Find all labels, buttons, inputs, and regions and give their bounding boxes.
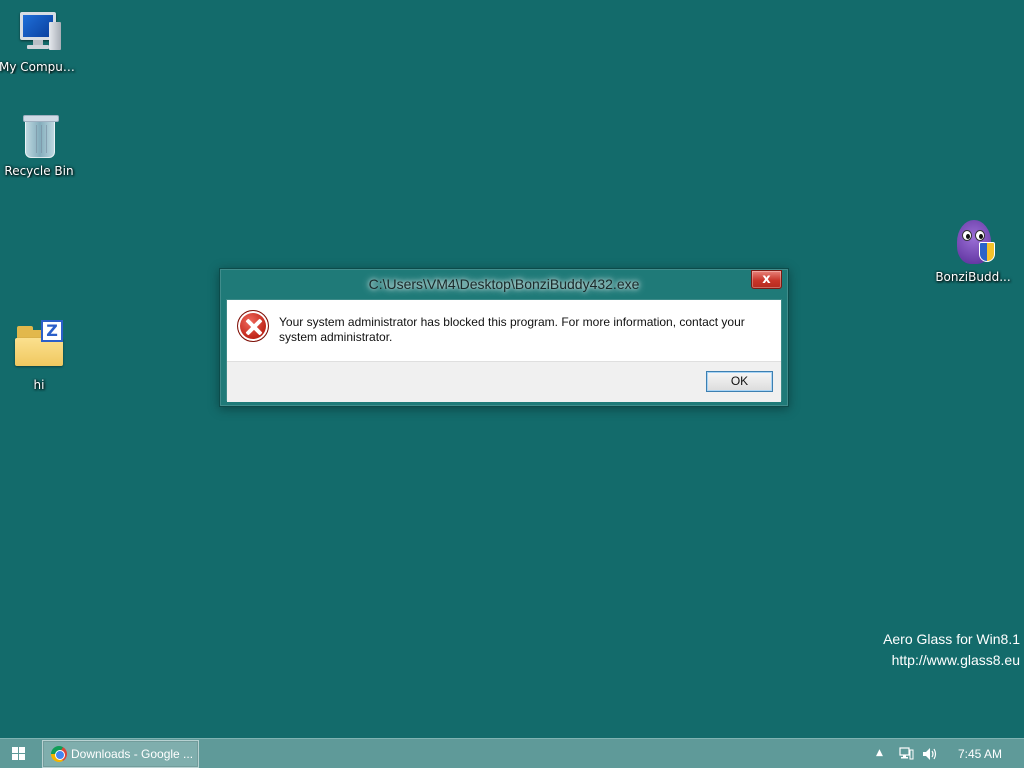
ok-button[interactable]: OK bbox=[706, 371, 773, 392]
desktop-icon-recycle-bin[interactable]: Recycle Bin bbox=[0, 112, 79, 178]
aero-glass-watermark: Aero Glass for Win8.1 http://www.glass8.… bbox=[883, 629, 1020, 671]
error-dialog: C:\Users\VM4\Desktop\BonziBuddy432.exe x… bbox=[219, 268, 789, 407]
zip-badge-icon: Z bbox=[41, 320, 63, 342]
dialog-title: C:\Users\VM4\Desktop\BonziBuddy432.exe bbox=[368, 276, 640, 292]
desktop-icon-bonzibuddy[interactable]: BonziBudd... bbox=[933, 218, 1013, 284]
show-hidden-icons-button[interactable]: ▲ bbox=[876, 748, 883, 758]
bonzibuddy-icon bbox=[949, 218, 997, 266]
close-button[interactable]: x bbox=[751, 270, 782, 289]
dialog-content: Your system administrator has blocked th… bbox=[227, 300, 781, 361]
desktop-icon-hi-folder[interactable]: Z hi bbox=[0, 320, 79, 392]
windows-logo-icon bbox=[12, 747, 26, 761]
desktop-icon-label: BonziBudd... bbox=[935, 270, 1011, 284]
start-button[interactable] bbox=[0, 739, 38, 768]
volume-icon[interactable] bbox=[922, 746, 938, 760]
dialog-body: Your system administrator has blocked th… bbox=[226, 299, 782, 402]
uac-shield-icon bbox=[979, 242, 995, 262]
watermark-line-2: http://www.glass8.eu bbox=[891, 652, 1020, 668]
taskbar: Downloads - Google ... ▲ 7:45 AM bbox=[0, 738, 1024, 768]
error-icon bbox=[237, 310, 269, 342]
computer-icon bbox=[15, 8, 63, 56]
network-icon[interactable] bbox=[898, 746, 914, 760]
desktop-icon-label: My Computer bbox=[0, 60, 79, 74]
folder-icon: Z bbox=[15, 320, 63, 368]
desktop-icon-label: Recycle Bin bbox=[4, 164, 74, 178]
dialog-footer: OK bbox=[227, 361, 781, 402]
chrome-icon bbox=[51, 746, 67, 762]
desktop-icon-label: hi bbox=[33, 378, 45, 392]
dialog-message: Your system administrator has blocked th… bbox=[279, 315, 745, 344]
taskbar-item-label: Downloads - Google ... bbox=[71, 747, 194, 761]
recycle-bin-icon bbox=[15, 112, 63, 160]
taskbar-item-chrome[interactable]: Downloads - Google ... bbox=[42, 740, 199, 768]
watermark-line-1: Aero Glass for Win8.1 bbox=[883, 631, 1020, 647]
taskbar-clock[interactable]: 7:45 AM bbox=[950, 739, 1010, 768]
desktop-icon-my-computer[interactable]: My Computer bbox=[0, 8, 79, 74]
